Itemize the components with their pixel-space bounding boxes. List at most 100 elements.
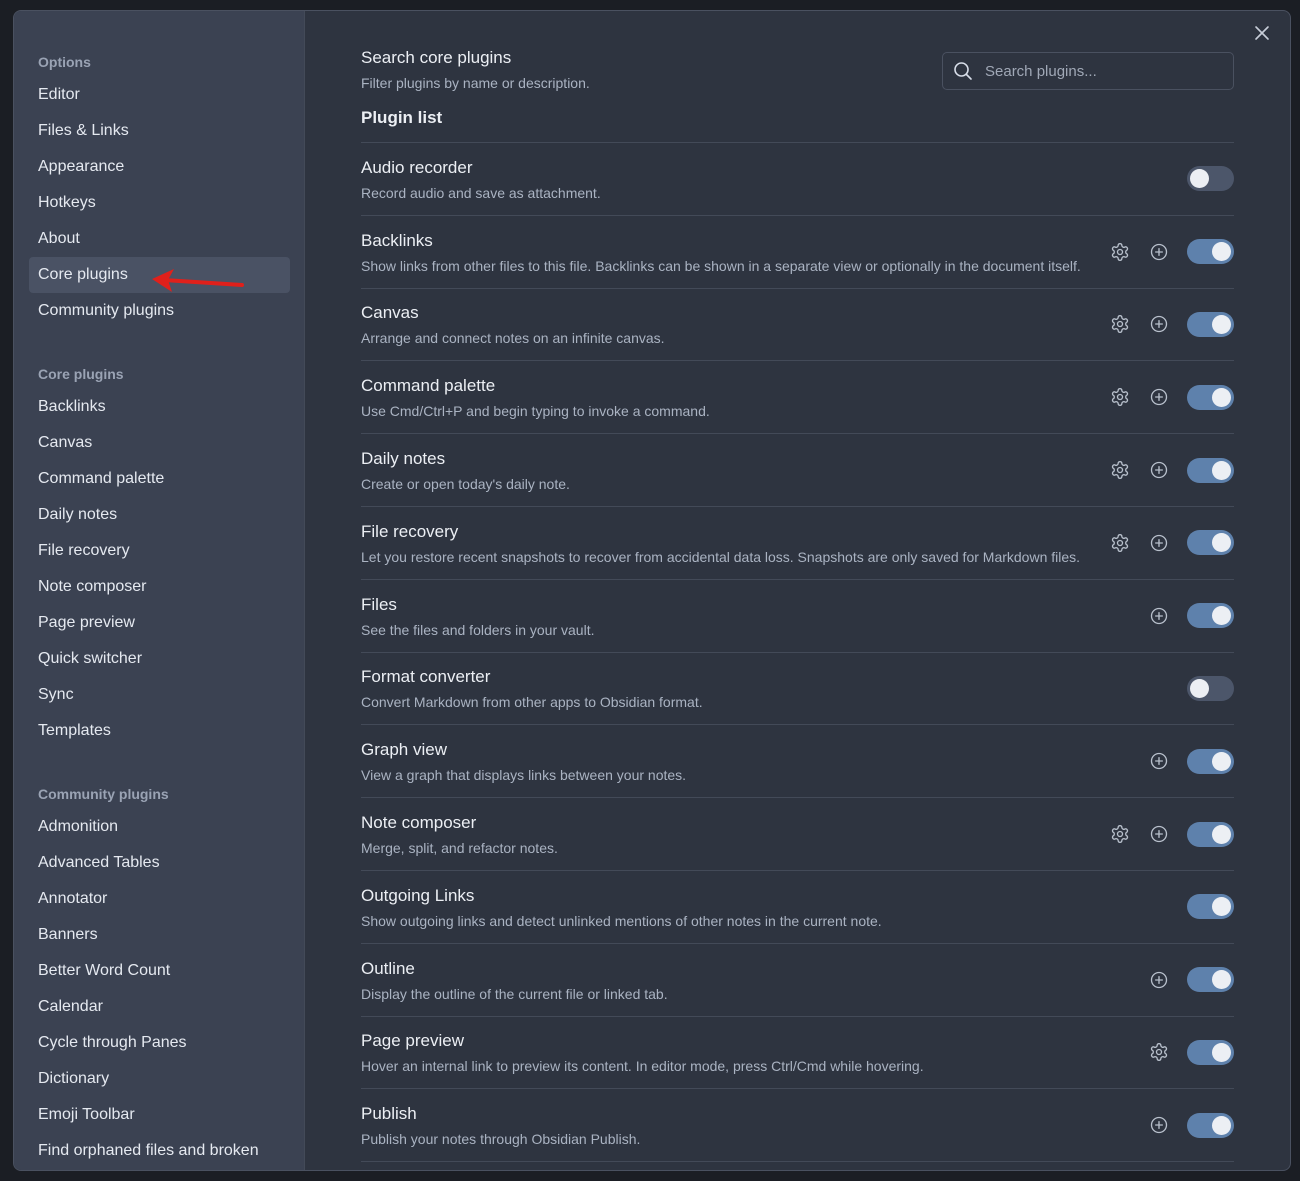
toggle-knob [1190, 678, 1209, 698]
plus-circle-icon [1150, 753, 1167, 770]
plugin-settings-button[interactable] [1139, 1037, 1178, 1067]
plugin-toggle-files[interactable] [1187, 603, 1234, 629]
plus-circle-icon [1150, 607, 1167, 624]
search-title: Search core plugins [361, 48, 512, 67]
search-plugins-input[interactable] [985, 62, 1223, 80]
toggle-knob [1212, 1042, 1231, 1062]
sidebar-core-item-file-recovery[interactable]: File recovery [29, 533, 290, 569]
plus-circle-icon [1150, 316, 1167, 333]
plugin-name: Backlinks [361, 230, 433, 250]
plugin-info: Outgoing Links Show outgoing links and de… [361, 883, 882, 931]
plugin-controls [1139, 746, 1234, 776]
sidebar-community-item-emoji-toolbar[interactable]: Emoji Toolbar [29, 1097, 290, 1133]
sidebar-item-hotkeys[interactable]: Hotkeys [29, 185, 290, 221]
plugin-hotkeys-button[interactable] [1139, 1110, 1178, 1140]
sidebar-core-item-command-palette[interactable]: Command palette [29, 461, 290, 497]
sidebar-community-item-cycle-through-panes[interactable]: Cycle through Panes [29, 1025, 290, 1061]
plugin-toggle-audio-recorder[interactable] [1187, 166, 1234, 192]
plugin-toggle-backlinks[interactable] [1187, 239, 1234, 265]
plugin-settings-button[interactable] [1100, 309, 1139, 339]
plugin-settings-button[interactable] [1100, 528, 1139, 558]
plugin-row-graph-view: Graph view View a graph that displays lin… [361, 725, 1234, 799]
search-box [942, 52, 1234, 90]
plugin-settings-button[interactable] [1100, 237, 1139, 267]
plugin-toggle-canvas[interactable] [1187, 311, 1234, 337]
plugin-hotkeys-button[interactable] [1139, 746, 1178, 776]
plugin-controls [1178, 675, 1234, 701]
settings-sidebar: Options Editor Files & Links Appearance Hot… [14, 11, 305, 1170]
sidebar-item-appearance[interactable]: Appearance [29, 149, 290, 185]
plugin-toggle-page-preview[interactable] [1187, 1039, 1234, 1065]
plus-circle-icon [1150, 534, 1167, 552]
toggle-knob [1212, 460, 1231, 480]
plugin-info: Outline Display the outline of the curren… [361, 956, 668, 1004]
plugin-toggle-graph-view[interactable] [1187, 748, 1234, 774]
plugin-settings-button[interactable] [1100, 455, 1139, 485]
plugin-row-page-preview: Page preview Hover an internal link to pr… [361, 1017, 1234, 1090]
toggle-knob [1212, 897, 1231, 917]
sidebar-core-item-page-preview[interactable]: Page preview [29, 605, 290, 641]
plus-circle-icon [1150, 389, 1167, 406]
plugin-description: View a graph that displays links between… [361, 767, 687, 784]
plugin-toggle-file-recovery[interactable] [1187, 530, 1234, 556]
sidebar-item-editor[interactable]: Editor [29, 77, 290, 113]
sidebar-item-files-links[interactable]: Files & Links [29, 113, 290, 149]
sidebar-core-item-backlinks[interactable]: Backlinks [29, 389, 290, 425]
plugin-hotkeys-button[interactable] [1139, 237, 1178, 267]
sidebar-core-item-sync[interactable]: Sync [29, 677, 290, 713]
sidebar-community-item-find-orphaned-files-and-broken[interactable]: Find orphaned files and broken [29, 1133, 290, 1169]
search-description: Filter plugins by name or description. [361, 75, 590, 91]
toggle-knob [1212, 387, 1231, 407]
sidebar-core-item-note-composer[interactable]: Note composer [29, 569, 290, 605]
plugin-hotkeys-button[interactable] [1139, 528, 1178, 558]
plugin-hotkeys-button[interactable] [1139, 309, 1178, 339]
toggle-knob [1212, 533, 1231, 553]
plugin-description: Hover an internal link to preview its co… [361, 1058, 924, 1075]
plugin-row-backlinks: Backlinks Show links from other files to … [361, 216, 1234, 289]
plugin-hotkeys-button[interactable] [1139, 601, 1178, 631]
sidebar-community-item-advanced-tables[interactable]: Advanced Tables [29, 845, 290, 881]
plugin-toggle-note-composer[interactable] [1187, 821, 1234, 847]
close-button[interactable] [1248, 19, 1276, 47]
plugin-name: Graph view [361, 740, 447, 760]
gear-icon [1111, 825, 1128, 844]
sidebar-core-item-templates[interactable]: Templates [29, 713, 290, 749]
plugin-controls [1178, 166, 1234, 192]
plugin-name: Canvas [361, 303, 419, 323]
plugin-row-command-palette: Command palette Use Cmd/Ctrl+P and begin … [361, 361, 1234, 435]
sidebar-community-item-annotator[interactable]: Annotator [29, 881, 290, 917]
sidebar-community-item-banners[interactable]: Banners [29, 917, 290, 953]
plugin-row-outgoing-links: Outgoing Links Show outgoing links and de… [361, 871, 1234, 944]
plugin-toggle-daily-notes[interactable] [1187, 457, 1234, 483]
plugin-hotkeys-button[interactable] [1139, 965, 1178, 995]
plugin-description: Merge, split, and refactor notes. [361, 840, 558, 857]
plugin-settings-button[interactable] [1100, 382, 1139, 412]
sidebar-core-item-quick-switcher[interactable]: Quick switcher [29, 641, 290, 677]
plugin-row-publish: Publish Publish your notes through Obsidi… [361, 1089, 1234, 1163]
plugin-description: Display the outline of the current file … [361, 985, 668, 1002]
sidebar-community-item-calendar[interactable]: Calendar [29, 989, 290, 1025]
sidebar-item-community-plugins[interactable]: Community plugins [29, 293, 290, 329]
plugin-toggle-publish[interactable] [1187, 1112, 1234, 1138]
sidebar-item-core-plugins[interactable]: Core plugins [29, 257, 290, 293]
plugin-hotkeys-button[interactable] [1139, 455, 1178, 485]
plugin-controls [1100, 237, 1234, 267]
plugin-hotkeys-button[interactable] [1139, 382, 1178, 412]
sidebar-community-item-dictionary[interactable]: Dictionary [29, 1061, 290, 1097]
sidebar-item-about[interactable]: About [29, 221, 290, 257]
plugin-settings-button[interactable] [1100, 819, 1139, 849]
plugin-name: Files [361, 594, 397, 614]
plugin-hotkeys-button[interactable] [1139, 819, 1178, 849]
sidebar-core-item-daily-notes[interactable]: Daily notes [29, 497, 290, 533]
plugin-toggle-command-palette[interactable] [1187, 384, 1234, 410]
toggle-knob [1190, 169, 1209, 189]
toggle-knob [1212, 970, 1231, 990]
plugin-toggle-format-converter[interactable] [1187, 675, 1234, 701]
sidebar-core-item-canvas[interactable]: Canvas [29, 425, 290, 461]
plugin-toggle-outline[interactable] [1187, 967, 1234, 993]
plugin-toggle-outgoing-links[interactable] [1187, 894, 1234, 920]
sidebar-community-item-admonition[interactable]: Admonition [29, 809, 290, 845]
plugin-description: See the files and folders in your vault. [361, 621, 595, 638]
sidebar-community-item-better-word-count[interactable]: Better Word Count [29, 953, 290, 989]
plus-circle-icon [1150, 1117, 1167, 1134]
